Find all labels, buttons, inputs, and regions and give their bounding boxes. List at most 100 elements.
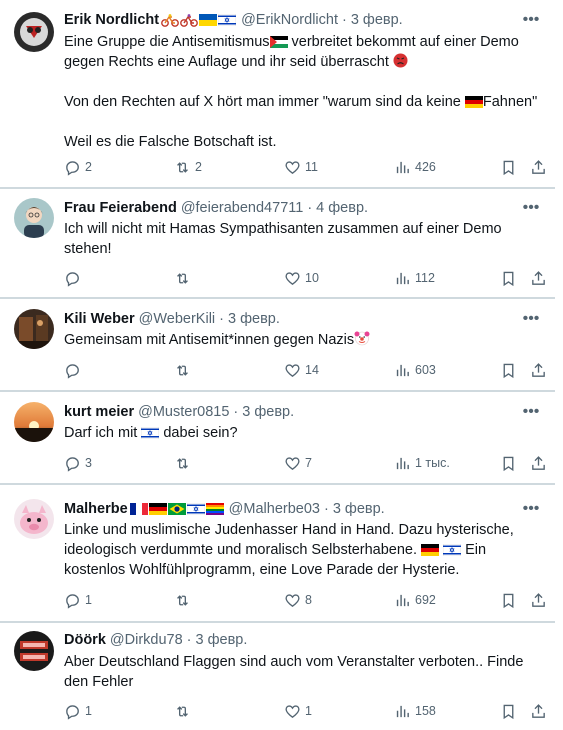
bookmark-icon <box>503 456 514 471</box>
post-header: Döörk @Dirkdu78 · 3 февр. <box>64 630 247 650</box>
text-line: Gemeinsam mit Antisemit*innen gegen Nazi… <box>64 332 355 348</box>
bookmark-button[interactable] <box>500 268 521 288</box>
heart-icon <box>285 456 300 470</box>
author-handle[interactable]: @Muster0815 <box>138 404 229 420</box>
post-header: Erik Nordlicht @ErikNordlicht · 3 февр. <box>64 10 403 30</box>
repost-button[interactable] <box>174 268 195 288</box>
share-button[interactable] <box>530 360 551 380</box>
views-button[interactable]: 1 тыс. <box>394 453 450 473</box>
like-button[interactable]: 11 <box>284 157 318 177</box>
share-icon <box>532 362 545 377</box>
flag-germany-icon <box>421 544 440 556</box>
text-line: Ein <box>461 542 487 558</box>
author-name[interactable]: Döörk <box>64 632 106 648</box>
repost-button[interactable] <box>174 701 195 721</box>
post-date[interactable]: 3 февр. <box>242 404 294 420</box>
avatar[interactable] <box>14 499 54 539</box>
flag-germany-icon <box>464 96 483 108</box>
post-text: Darf ich mit dabei sein? <box>64 423 540 443</box>
like-count: 14 <box>305 363 319 377</box>
like-button[interactable]: 7 <box>284 453 312 473</box>
more-icon[interactable]: ••• <box>521 309 541 329</box>
views-button[interactable]: 603 <box>394 360 436 380</box>
post-date[interactable]: 3 февр. <box>196 632 248 648</box>
like-button[interactable]: 10 <box>284 268 319 288</box>
author-handle[interactable]: @WeberKili <box>139 311 216 327</box>
views-count: 692 <box>415 593 436 607</box>
views-button[interactable]: 692 <box>394 590 436 610</box>
bookmark-icon <box>503 363 514 378</box>
post-date[interactable]: 3 февр. <box>351 12 403 28</box>
post[interactable]: Erik Nordlicht @ErikNordlicht · 3 февр. … <box>0 0 555 188</box>
bookmark-icon <box>503 271 514 286</box>
post[interactable]: Döörk @Dirkdu78 · 3 февр. Aber Deutschla… <box>0 623 555 730</box>
text-line: stehen! <box>64 241 112 257</box>
author-name[interactable]: Frau Feierabend <box>64 200 177 216</box>
repost-button[interactable] <box>174 360 195 380</box>
separator-dot: · <box>219 311 224 327</box>
reply-icon <box>66 363 79 379</box>
like-button[interactable]: 8 <box>284 590 312 610</box>
more-icon[interactable]: ••• <box>521 10 541 30</box>
reply-button[interactable]: 1 <box>64 701 92 721</box>
bookmark-button[interactable] <box>500 701 521 721</box>
reply-button[interactable]: 3 <box>64 453 92 473</box>
post-date[interactable]: 3 февр. <box>333 501 385 517</box>
author-name[interactable]: Malherbe <box>64 501 128 517</box>
repost-button[interactable] <box>174 453 195 473</box>
author-name[interactable]: kurt meier <box>64 404 134 420</box>
repost-icon <box>177 594 188 606</box>
post[interactable]: Frau Feierabend @feierabend47711 · 4 фев… <box>0 189 555 298</box>
angry-face-icon <box>393 53 408 68</box>
more-icon[interactable]: ••• <box>521 499 541 519</box>
bookmark-button[interactable] <box>500 590 521 610</box>
views-button[interactable]: 158 <box>394 701 436 721</box>
author-name[interactable]: Erik Nordlicht <box>64 12 159 28</box>
avatar[interactable] <box>14 309 54 349</box>
repost-count: 2 <box>195 160 202 174</box>
post[interactable]: kurt meier @Muster0815 · 3 февр. ••• Dar… <box>0 392 555 484</box>
more-icon[interactable]: ••• <box>521 402 541 422</box>
reply-button[interactable] <box>64 268 85 288</box>
repost-button[interactable]: 2 <box>174 157 202 177</box>
flag-palestine-icon <box>269 36 288 48</box>
views-button[interactable]: 112 <box>394 268 435 288</box>
post[interactable]: Kili Weber @WeberKili · 3 февр. ••• Geme… <box>0 299 555 391</box>
reply-button[interactable]: 1 <box>64 590 92 610</box>
bookmark-button[interactable] <box>500 453 521 473</box>
post-date[interactable]: 4 февр. <box>316 200 368 216</box>
author-name[interactable]: Kili Weber <box>64 311 135 327</box>
reply-button[interactable] <box>64 360 85 380</box>
avatar[interactable] <box>14 402 54 442</box>
share-button[interactable] <box>530 590 551 610</box>
avatar[interactable] <box>14 12 54 52</box>
views-button[interactable]: 426 <box>394 157 436 177</box>
avatar[interactable] <box>14 631 54 671</box>
share-button[interactable] <box>530 453 551 473</box>
share-button[interactable] <box>530 157 551 177</box>
bookmark-button[interactable] <box>500 360 521 380</box>
more-icon[interactable]: ••• <box>521 198 541 218</box>
views-icon <box>396 272 409 284</box>
flag-israel-icon <box>141 427 160 439</box>
bookmark-button[interactable] <box>500 157 521 177</box>
bookmark-icon <box>503 704 514 719</box>
like-button[interactable]: 1 <box>284 701 312 721</box>
reply-icon <box>66 271 79 287</box>
share-button[interactable] <box>530 268 551 288</box>
action-bar: 2 2 11 426 <box>64 157 550 177</box>
reply-button[interactable]: 2 <box>64 157 92 177</box>
author-handle[interactable]: @ErikNordlicht <box>241 12 338 28</box>
flag-ukraine-icon <box>199 14 218 26</box>
author-handle[interactable]: @Dirkdu78 <box>110 632 183 648</box>
text-line: ideologisch verdummte und moralisch Selb… <box>64 542 422 558</box>
share-button[interactable] <box>530 701 551 721</box>
avatar[interactable] <box>14 198 54 238</box>
post[interactable]: Malherbe @Malherbe03 · 3 февр. ••• Linke… <box>0 487 555 622</box>
like-button[interactable]: 14 <box>284 360 319 380</box>
author-handle[interactable]: @Malherbe03 <box>229 501 320 517</box>
reply-feed: Erik Nordlicht @ErikNordlicht · 3 февр. … <box>0 0 563 730</box>
post-date[interactable]: 3 февр. <box>228 311 280 327</box>
repost-button[interactable] <box>174 590 195 610</box>
author-handle[interactable]: @feierabend47711 <box>181 200 304 216</box>
